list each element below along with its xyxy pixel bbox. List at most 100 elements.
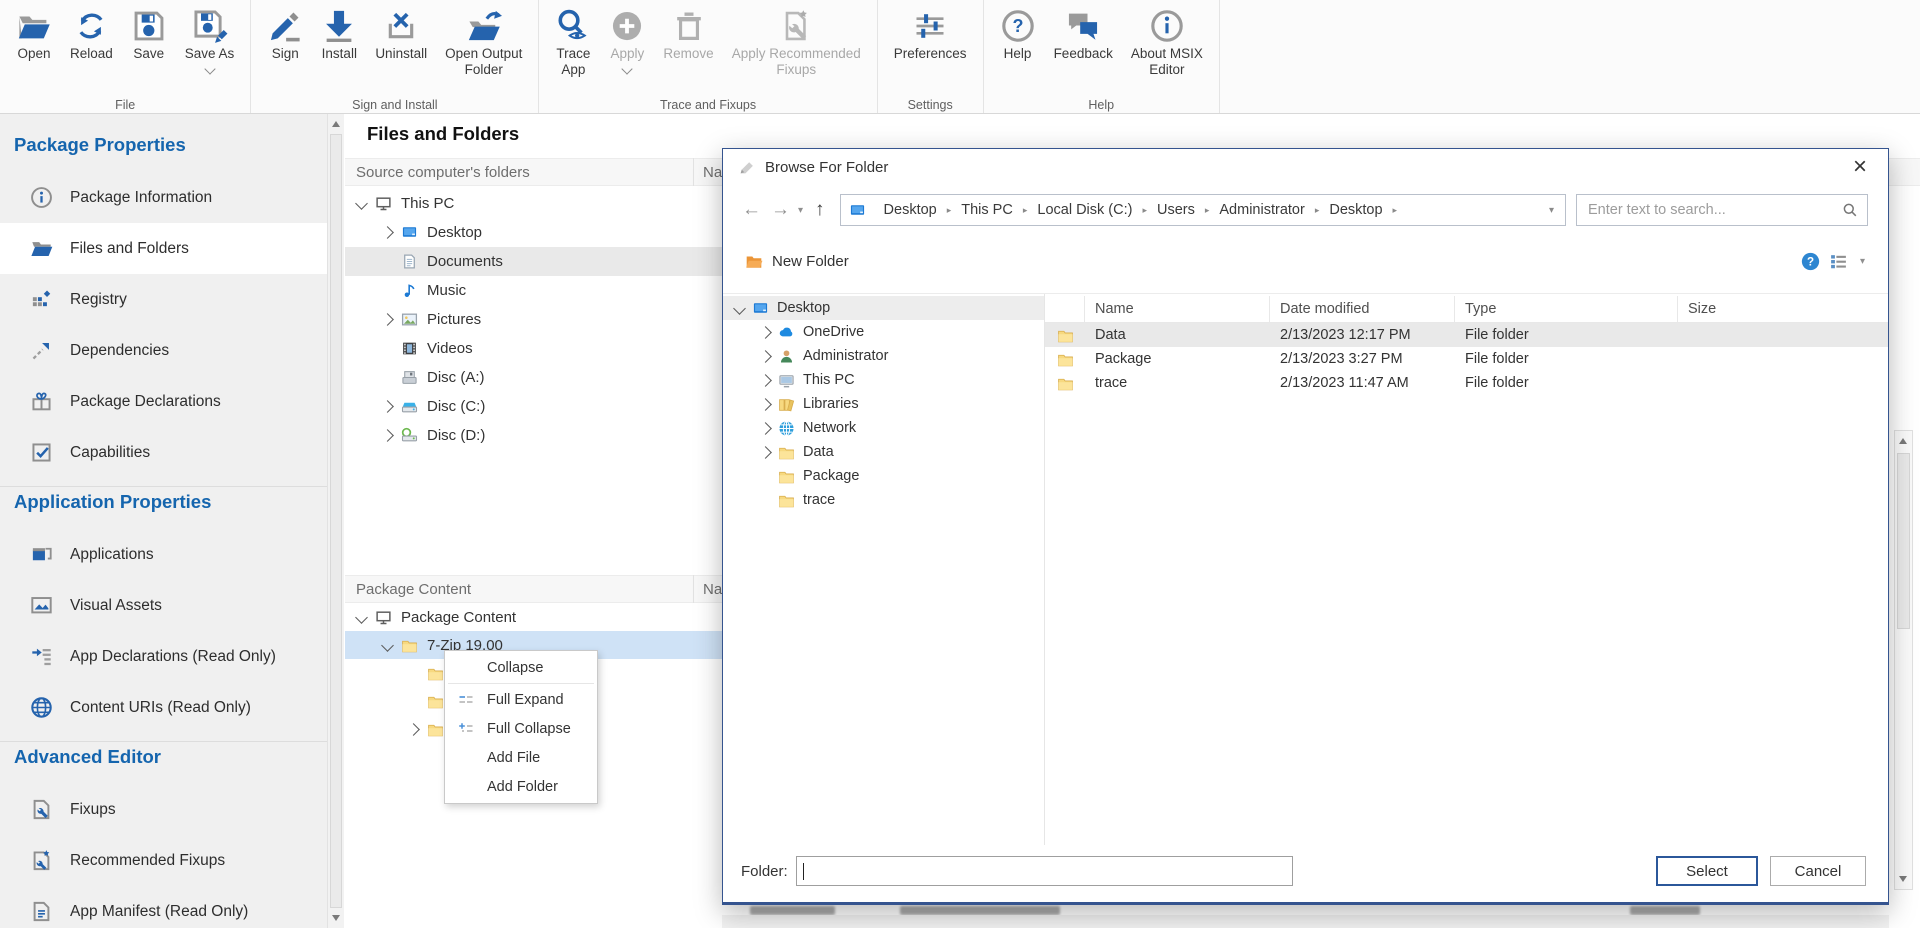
chevron-down-icon[interactable]: [733, 302, 746, 315]
chevron-right-icon[interactable]: [759, 446, 772, 459]
chevron-right-icon[interactable]: [759, 350, 772, 363]
chevron-down-icon[interactable]: [355, 197, 368, 210]
chevron-right-icon[interactable]: [381, 226, 394, 239]
sidebar-item-package-information[interactable]: Package Information: [0, 172, 327, 223]
column-header-icon[interactable]: [1045, 296, 1085, 322]
scroll-down-icon[interactable]: [332, 915, 340, 921]
file-row-trace[interactable]: trace2/13/2023 11:47 AMFile folder: [1045, 371, 1888, 395]
dialog-tree-item-desktop[interactable]: Desktop: [723, 296, 1044, 320]
ribbon-button-apply-recommended-fixups[interactable]: Apply Recommended Fixups: [723, 5, 870, 77]
ribbon-button-preferences[interactable]: Preferences: [885, 5, 976, 62]
dialog-tree-item-package[interactable]: Package: [723, 464, 1044, 488]
help-icon[interactable]: ?: [1801, 252, 1820, 271]
view-options-icon[interactable]: [1829, 252, 1848, 271]
sidebar-item-applications[interactable]: Applications: [0, 529, 327, 580]
dialog-tree-item-data[interactable]: Data: [723, 440, 1044, 464]
dialog-tree-item-network[interactable]: Network: [723, 416, 1044, 440]
chevron-down-icon[interactable]: [204, 63, 215, 74]
select-button[interactable]: Select: [1656, 856, 1758, 886]
dialog-tree-item-this-pc[interactable]: This PC: [723, 368, 1044, 392]
ribbon-button-uninstall[interactable]: Uninstall: [366, 5, 436, 62]
ribbon-button-open[interactable]: Open: [7, 5, 61, 62]
background-scrollbar[interactable]: [1894, 430, 1913, 890]
close-icon[interactable]: ×: [1846, 153, 1874, 181]
context-menu-item-full-expand[interactable]: Full Expand: [445, 685, 597, 714]
chevron-right-icon[interactable]: [381, 313, 394, 326]
column-header-type[interactable]: Type: [1455, 296, 1678, 322]
feedback-icon: [1065, 8, 1101, 44]
search-input[interactable]: [1586, 201, 1842, 219]
ribbon-button-about-msix-editor[interactable]: About MSIX Editor: [1122, 5, 1212, 77]
new-folder-button[interactable]: New Folder: [737, 248, 857, 274]
ribbon-button-sign[interactable]: Sign: [258, 5, 312, 62]
column-header-date-modified[interactable]: Date modified: [1270, 296, 1455, 322]
dialog-tree-item-onedrive[interactable]: OneDrive: [723, 320, 1044, 344]
history-dropdown-icon[interactable]: ▾: [795, 205, 806, 216]
scrollbar-thumb[interactable]: [330, 134, 342, 908]
ribbon-button-apply[interactable]: Apply: [600, 5, 654, 73]
search-icon[interactable]: [1842, 202, 1858, 218]
breadcrumb-item-desktop[interactable]: Desktop: [874, 202, 947, 218]
ribbon-button-trace-app[interactable]: Trace App: [546, 5, 600, 77]
scroll-up-icon[interactable]: [1899, 438, 1907, 444]
sidebar-item-dependencies[interactable]: Dependencies: [0, 325, 327, 376]
chevron-right-icon[interactable]: [759, 326, 772, 339]
chevron-right-icon[interactable]: [381, 400, 394, 413]
sidebar-item-registry[interactable]: Registry: [0, 274, 327, 325]
ribbon-button-open-output-folder[interactable]: Open Output Folder: [436, 5, 531, 77]
chevron-right-icon[interactable]: [407, 723, 420, 736]
chevron-right-icon[interactable]: [381, 429, 394, 442]
ribbon-button-reload[interactable]: Reload: [61, 5, 122, 62]
sidebar-item-content-uris-read-only[interactable]: Content URIs (Read Only): [0, 682, 327, 733]
chevron-down-icon[interactable]: [622, 63, 633, 74]
folder-input[interactable]: [796, 856, 1293, 886]
ribbon-button-save-as[interactable]: Save As: [176, 5, 244, 73]
address-bar[interactable]: Desktop▸This PC▸Local Disk (C:)▸Users▸Ad…: [840, 194, 1566, 226]
breadcrumb-item-administrator[interactable]: Administrator: [1209, 202, 1314, 218]
context-menu-item-full-collapse[interactable]: Full Collapse: [445, 714, 597, 743]
sidebar-item-visual-assets[interactable]: Visual Assets: [0, 580, 327, 631]
sidebar-item-package-declarations[interactable]: Package Declarations: [0, 376, 327, 427]
context-menu-item-collapse[interactable]: Collapse: [445, 653, 597, 682]
dialog-tree-item-administrator[interactable]: Administrator: [723, 344, 1044, 368]
column-header-size[interactable]: Size: [1678, 296, 1888, 322]
view-options-dropdown-icon[interactable]: ▾: [1857, 256, 1868, 267]
sidebar-item-capabilities[interactable]: Capabilities: [0, 427, 327, 478]
address-dropdown-icon[interactable]: ▾: [1549, 205, 1557, 216]
sidebar-scrollbar[interactable]: [327, 114, 344, 928]
dialog-tree-item-trace[interactable]: trace: [723, 488, 1044, 512]
context-menu-item-add-folder[interactable]: Add Folder: [445, 772, 597, 801]
chevron-down-icon[interactable]: [381, 639, 394, 652]
chevron-right-icon[interactable]: [759, 374, 772, 387]
sidebar-item-app-manifest-read-only[interactable]: App Manifest (Read Only): [0, 886, 327, 928]
chevron-down-icon[interactable]: [355, 611, 368, 624]
breadcrumb-item-this-pc[interactable]: This PC: [951, 202, 1023, 218]
breadcrumb-item-local-disk-c[interactable]: Local Disk (C:): [1027, 202, 1142, 218]
sidebar-item-recommended-fixups[interactable]: Recommended Fixups: [0, 835, 327, 886]
scrollbar-thumb[interactable]: [1897, 453, 1910, 629]
ribbon-button-save[interactable]: Save: [122, 5, 176, 62]
file-row-package[interactable]: Package2/13/2023 3:27 PMFile folder: [1045, 347, 1888, 371]
chevron-right-icon[interactable]: [759, 398, 772, 411]
context-menu-item-add-file[interactable]: Add File: [445, 743, 597, 772]
forward-icon[interactable]: →: [766, 199, 795, 221]
sidebar-item-fixups[interactable]: Fixups: [0, 784, 327, 835]
ribbon-button-feedback[interactable]: Feedback: [1045, 5, 1122, 62]
up-icon[interactable]: ↑: [806, 199, 834, 221]
file-row-data[interactable]: Data2/13/2023 12:17 PMFile folder: [1045, 323, 1888, 347]
chevron-right-icon[interactable]: [759, 422, 772, 435]
breadcrumb-item-users[interactable]: Users: [1147, 202, 1205, 218]
sidebar-item-files-and-folders[interactable]: Files and Folders: [0, 223, 327, 274]
column-header-name[interactable]: Name: [1085, 296, 1270, 322]
breadcrumb-item-desktop[interactable]: Desktop: [1319, 202, 1392, 218]
ribbon-button-help[interactable]: ?Help: [991, 5, 1045, 62]
sidebar-item-app-declarations-read-only[interactable]: App Declarations (Read Only): [0, 631, 327, 682]
dialog-tree-item-libraries[interactable]: Libraries: [723, 392, 1044, 416]
scroll-down-icon[interactable]: [1899, 876, 1907, 882]
cancel-button[interactable]: Cancel: [1770, 856, 1866, 886]
ribbon-button-remove[interactable]: Remove: [654, 5, 722, 62]
back-icon[interactable]: ←: [737, 199, 766, 221]
dialog-title-bar[interactable]: Browse For Folder: [723, 149, 1888, 185]
scroll-up-icon[interactable]: [332, 121, 340, 127]
ribbon-button-install[interactable]: Install: [312, 5, 366, 62]
